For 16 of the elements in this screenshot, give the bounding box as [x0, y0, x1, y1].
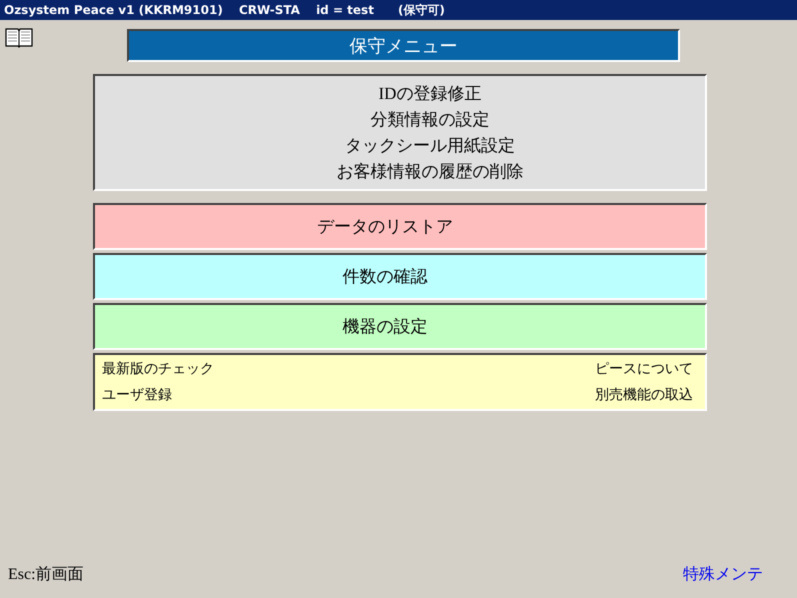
menu-item[interactable]: タックシール用紙設定 — [345, 132, 515, 158]
menu-item[interactable]: 最新版のチェック — [102, 360, 214, 378]
menu-item[interactable]: 別売機能の取込 — [595, 386, 693, 404]
menu-item[interactable]: データのリストア — [317, 215, 453, 238]
special-link[interactable]: 特殊メンテ — [683, 564, 763, 584]
window-title: Ozsystem Peace v1 (KKRM9101) CRW-STA id = test (保守可) — [4, 2, 445, 18]
menu-item[interactable]: ピースについて — [595, 360, 693, 378]
menu-header: 保守メニュー — [127, 29, 680, 62]
menu-item[interactable]: 機器の設定 — [342, 315, 428, 338]
book-icon[interactable] — [5, 26, 33, 48]
menu-item[interactable]: IDの登録修正 — [378, 80, 482, 106]
menu-item[interactable]: お客様情報の履歴の削除 — [336, 158, 524, 184]
menu-item[interactable]: ユーザ登録 — [102, 386, 172, 404]
key-hint: Esc:前画面 — [8, 564, 84, 584]
menu-item[interactable]: 件数の確認 — [342, 265, 428, 288]
menu-item[interactable]: 分類情報の設定 — [370, 106, 490, 132]
